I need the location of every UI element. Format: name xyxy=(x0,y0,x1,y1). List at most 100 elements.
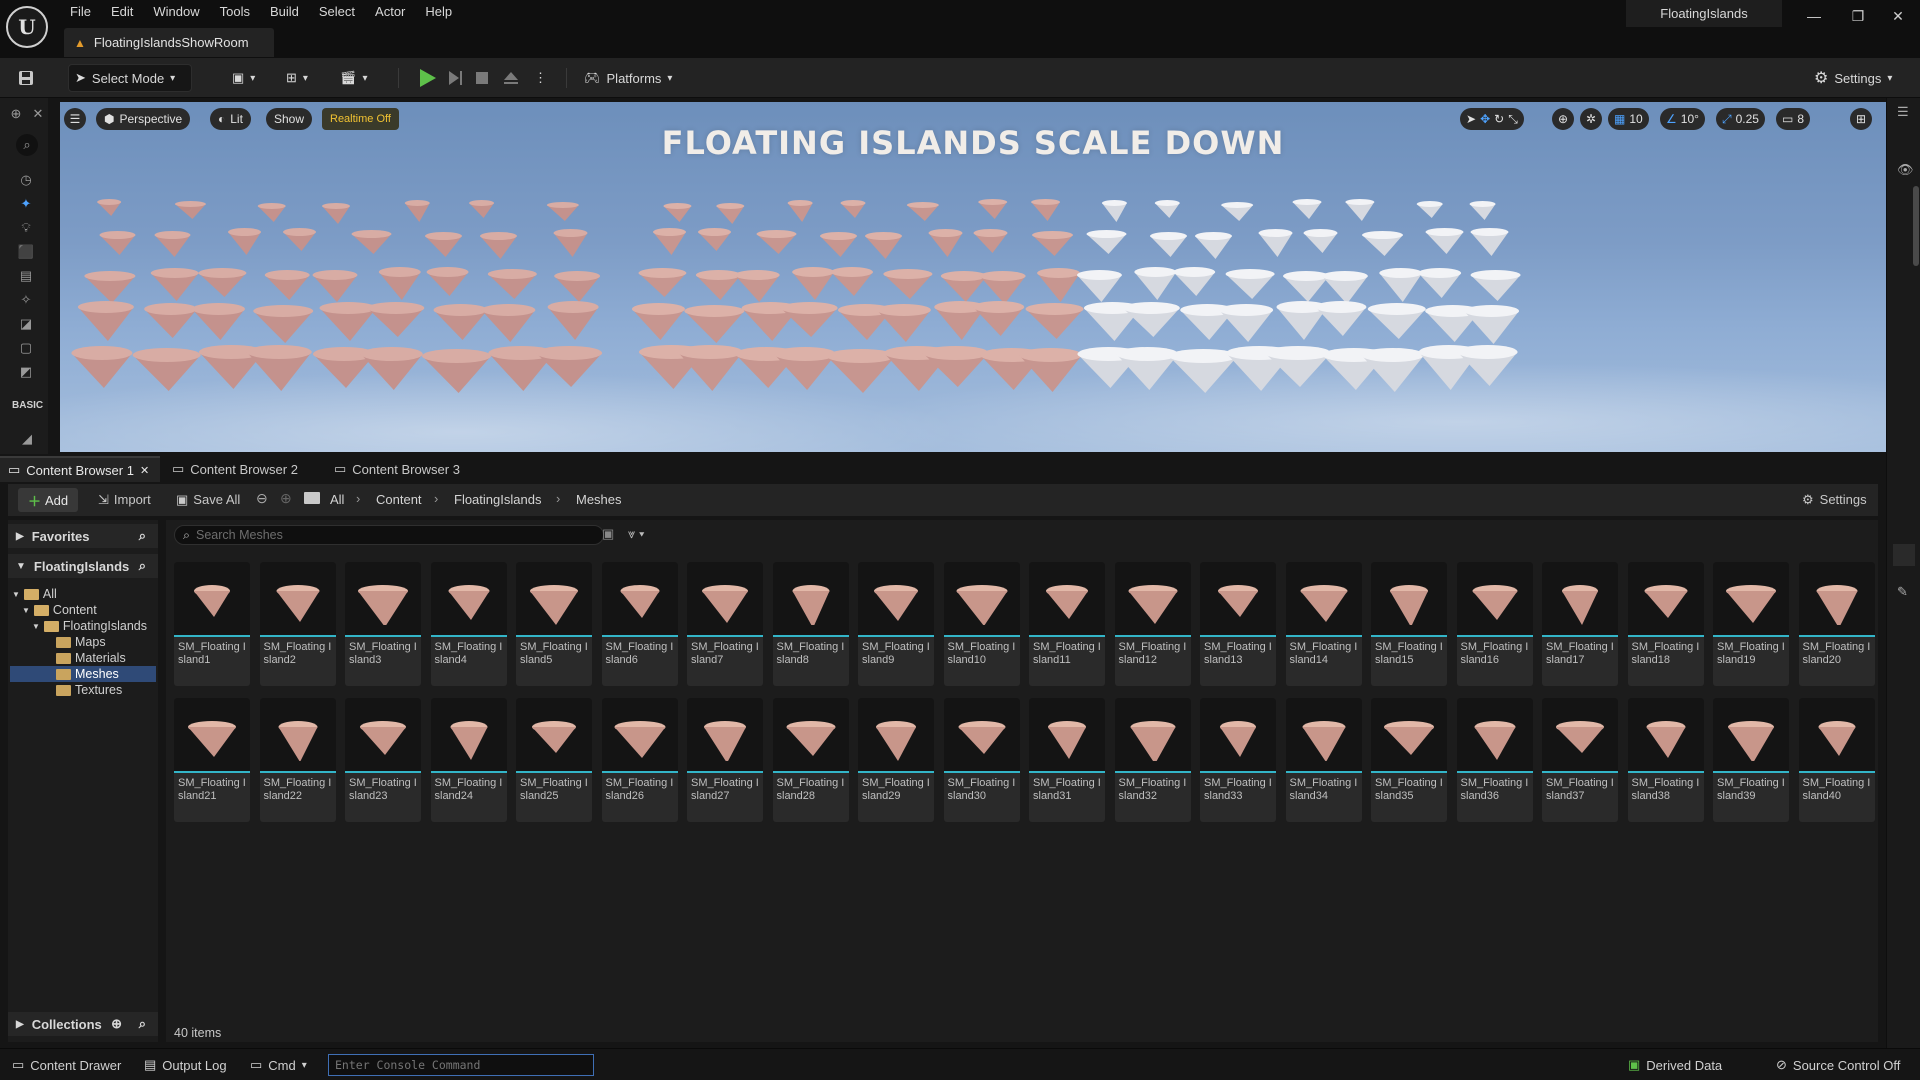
eject-button[interactable] xyxy=(496,64,526,92)
asset-tile[interactable]: SM_Floating Island14 xyxy=(1285,562,1362,686)
menu-actor[interactable]: Actor xyxy=(365,2,415,22)
level-viewport[interactable]: FLOATING ISLANDS SCALE DOWN ☰ ⬢ Perspect… xyxy=(60,102,1886,452)
content-drawer-button[interactable]: ▭ Content Drawer xyxy=(12,1055,121,1075)
world-local-toggle[interactable]: ⊕ xyxy=(1552,108,1575,130)
output-log-button[interactable]: ▤ Output Log xyxy=(144,1055,227,1075)
play-options-icon[interactable]: ⋮ xyxy=(528,64,553,92)
save-icon[interactable] xyxy=(12,64,40,92)
menu-tools[interactable]: Tools xyxy=(210,2,260,22)
menu-build[interactable]: Build xyxy=(260,2,309,22)
asset-tile[interactable]: SM_Floating Island25 xyxy=(516,698,592,822)
blueprint-button[interactable]: ⊞ ▾ xyxy=(280,64,314,92)
shapes-icon[interactable]: ⬛ xyxy=(18,244,34,260)
select-mode-dropdown[interactable]: ➤ Select Mode ▾ xyxy=(68,64,192,92)
asset-tile[interactable]: SM_Floating Island29 xyxy=(858,698,934,822)
basic-actors-icon[interactable]: ✦ xyxy=(18,196,34,212)
search-meshes-input[interactable]: ⌕ Search Meshes xyxy=(174,525,604,545)
restore-icon[interactable]: ❐ xyxy=(1836,0,1880,32)
tree-item-floatingislands[interactable]: ▼ FloatingIslands xyxy=(32,618,147,634)
derived-data-button[interactable]: ▣ Derived Data xyxy=(1628,1055,1722,1075)
play-button[interactable] xyxy=(410,64,444,92)
asset-tile[interactable]: SM_Floating Island37 xyxy=(1542,698,1618,822)
outliner-scrollbar[interactable] xyxy=(1913,186,1919,266)
grid-snap[interactable]: ▦ 10 xyxy=(1608,108,1649,130)
tree-item-maps[interactable]: Maps xyxy=(56,634,106,650)
angle-snap[interactable]: ∠ 10° xyxy=(1660,108,1705,130)
geometry-icon[interactable]: ◪ xyxy=(18,316,34,332)
surface-snap-toggle[interactable]: ✲ xyxy=(1580,108,1603,130)
select-tool-icon[interactable]: ➤ xyxy=(1466,112,1476,126)
translate-tool-icon[interactable]: ✥ xyxy=(1480,112,1490,126)
tree-item-content[interactable]: ▼ Content xyxy=(22,602,97,618)
close-icon[interactable]: ✕ xyxy=(1876,0,1920,32)
asset-tile[interactable]: SM_Floating Island31 xyxy=(1029,698,1105,822)
asset-tile[interactable]: SM_Floating Island22 xyxy=(259,698,336,822)
cb-settings-button[interactable]: ⚙ Settings xyxy=(1802,492,1867,508)
asset-tile[interactable]: SM_Floating Island32 xyxy=(1114,698,1191,822)
scale-snap[interactable]: ⤢ 0.25 xyxy=(1716,108,1765,130)
close-icon[interactable]: ✕ xyxy=(30,106,46,122)
asset-tile[interactable]: SM_Floating Island2 xyxy=(259,562,336,686)
asset-tile[interactable]: SM_Floating Island39 xyxy=(1713,698,1789,822)
outliner-icon[interactable]: ☰ xyxy=(1897,104,1909,120)
breadcrumb-content[interactable]: Content xyxy=(376,492,422,507)
folder-icon[interactable] xyxy=(304,492,320,504)
asset-tile[interactable]: SM_Floating Island19 xyxy=(1713,562,1789,686)
place-actors-icon[interactable]: ⊕ xyxy=(8,106,24,122)
search-icon[interactable]: ⌕ xyxy=(139,558,146,574)
console-command-input[interactable] xyxy=(328,1054,594,1076)
asset-tile[interactable]: SM_Floating Island15 xyxy=(1371,562,1447,686)
forward-icon[interactable]: ⊕ xyxy=(280,490,292,507)
viewport-menu-icon[interactable]: ☰ xyxy=(64,108,86,130)
asset-tile[interactable]: SM_Floating Island40 xyxy=(1798,698,1875,822)
camera-speed[interactable]: ▭ 8 xyxy=(1776,108,1811,130)
floatingislands-header[interactable]: ▼ FloatingIslands ⌕ xyxy=(8,554,158,578)
asset-tile[interactable]: SM_Floating Island12 xyxy=(1114,562,1191,686)
asset-tile[interactable]: SM_Floating Island6 xyxy=(601,562,678,686)
asset-tile[interactable]: SM_Floating Island34 xyxy=(1285,698,1362,822)
asset-tile[interactable]: SM_Floating Island23 xyxy=(345,698,421,822)
visibility-eye-icon[interactable]: 👁︎ xyxy=(1897,162,1914,178)
settings-dropdown[interactable]: ⚙ Settings ▾ xyxy=(1808,64,1898,92)
asset-tile[interactable]: SM_Floating Island1 xyxy=(174,562,250,686)
search-icon[interactable]: ⌕ xyxy=(139,528,146,544)
pin-icon[interactable]: ✎ xyxy=(1897,584,1908,600)
details-handle[interactable] xyxy=(1893,544,1915,566)
perspective-button[interactable]: ⬢ Perspective xyxy=(96,108,191,130)
scale-tool-icon[interactable]: ⤡ xyxy=(1508,112,1518,127)
asset-tile[interactable]: SM_Floating Island17 xyxy=(1542,562,1618,686)
tree-item-textures[interactable]: Textures xyxy=(56,682,122,698)
favorites-header[interactable]: ▶ Favorites ⌕ xyxy=(8,524,158,548)
add-actor-button[interactable]: ▣ ▾ xyxy=(226,64,261,92)
search-icon[interactable]: ⌕ xyxy=(16,134,38,156)
menu-file[interactable]: File xyxy=(60,2,101,22)
import-button[interactable]: ⇲ Import xyxy=(98,492,151,508)
show-button[interactable]: Show xyxy=(266,108,313,130)
tab-content-browser-1[interactable]: ▭ Content Browser 1 ✕ xyxy=(0,456,160,482)
asset-tile[interactable]: SM_Floating Island38 xyxy=(1627,698,1704,822)
asset-tile[interactable]: SM_Floating Island30 xyxy=(943,698,1020,822)
breadcrumb-meshes[interactable]: Meshes xyxy=(576,492,622,507)
asset-tile[interactable]: SM_Floating Island7 xyxy=(687,562,763,686)
lights-icon[interactable]: 💡︎ xyxy=(18,220,34,236)
lit-button[interactable]: ◐ Lit xyxy=(210,108,251,130)
asset-tile[interactable]: SM_Floating Island35 xyxy=(1371,698,1447,822)
platforms-dropdown[interactable]: 🎮︎ Platforms ▾ xyxy=(578,64,678,92)
collections-header[interactable]: ▶ Collections ⊕ ⌕ xyxy=(8,1012,158,1036)
filter-icon[interactable]: ⩔ ▾ xyxy=(628,526,644,542)
rotate-tool-icon[interactable]: ↻ xyxy=(1494,112,1504,126)
asset-tile[interactable]: SM_Floating Island4 xyxy=(430,562,507,686)
asset-tile[interactable]: SM_Floating Island16 xyxy=(1456,562,1533,686)
asset-tile[interactable]: SM_Floating Island3 xyxy=(345,562,421,686)
asset-tile[interactable]: SM_Floating Island18 xyxy=(1627,562,1704,686)
asset-tile[interactable]: SM_Floating Island9 xyxy=(858,562,934,686)
source-control-button[interactable]: ⊘ Source Control Off xyxy=(1776,1055,1900,1075)
resize-handle-icon[interactable]: ◢ xyxy=(16,428,38,450)
realtime-off-badge[interactable]: Realtime Off xyxy=(322,108,399,130)
asset-tile[interactable]: SM_Floating Island26 xyxy=(601,698,678,822)
recent-icon[interactable]: ◷ xyxy=(18,172,34,188)
search-icon[interactable]: ⌕ xyxy=(139,1016,146,1032)
asset-tile[interactable]: SM_Floating Island11 xyxy=(1029,562,1105,686)
asset-tile[interactable]: SM_Floating Island8 xyxy=(772,562,849,686)
breadcrumb-all[interactable]: All xyxy=(330,492,344,507)
